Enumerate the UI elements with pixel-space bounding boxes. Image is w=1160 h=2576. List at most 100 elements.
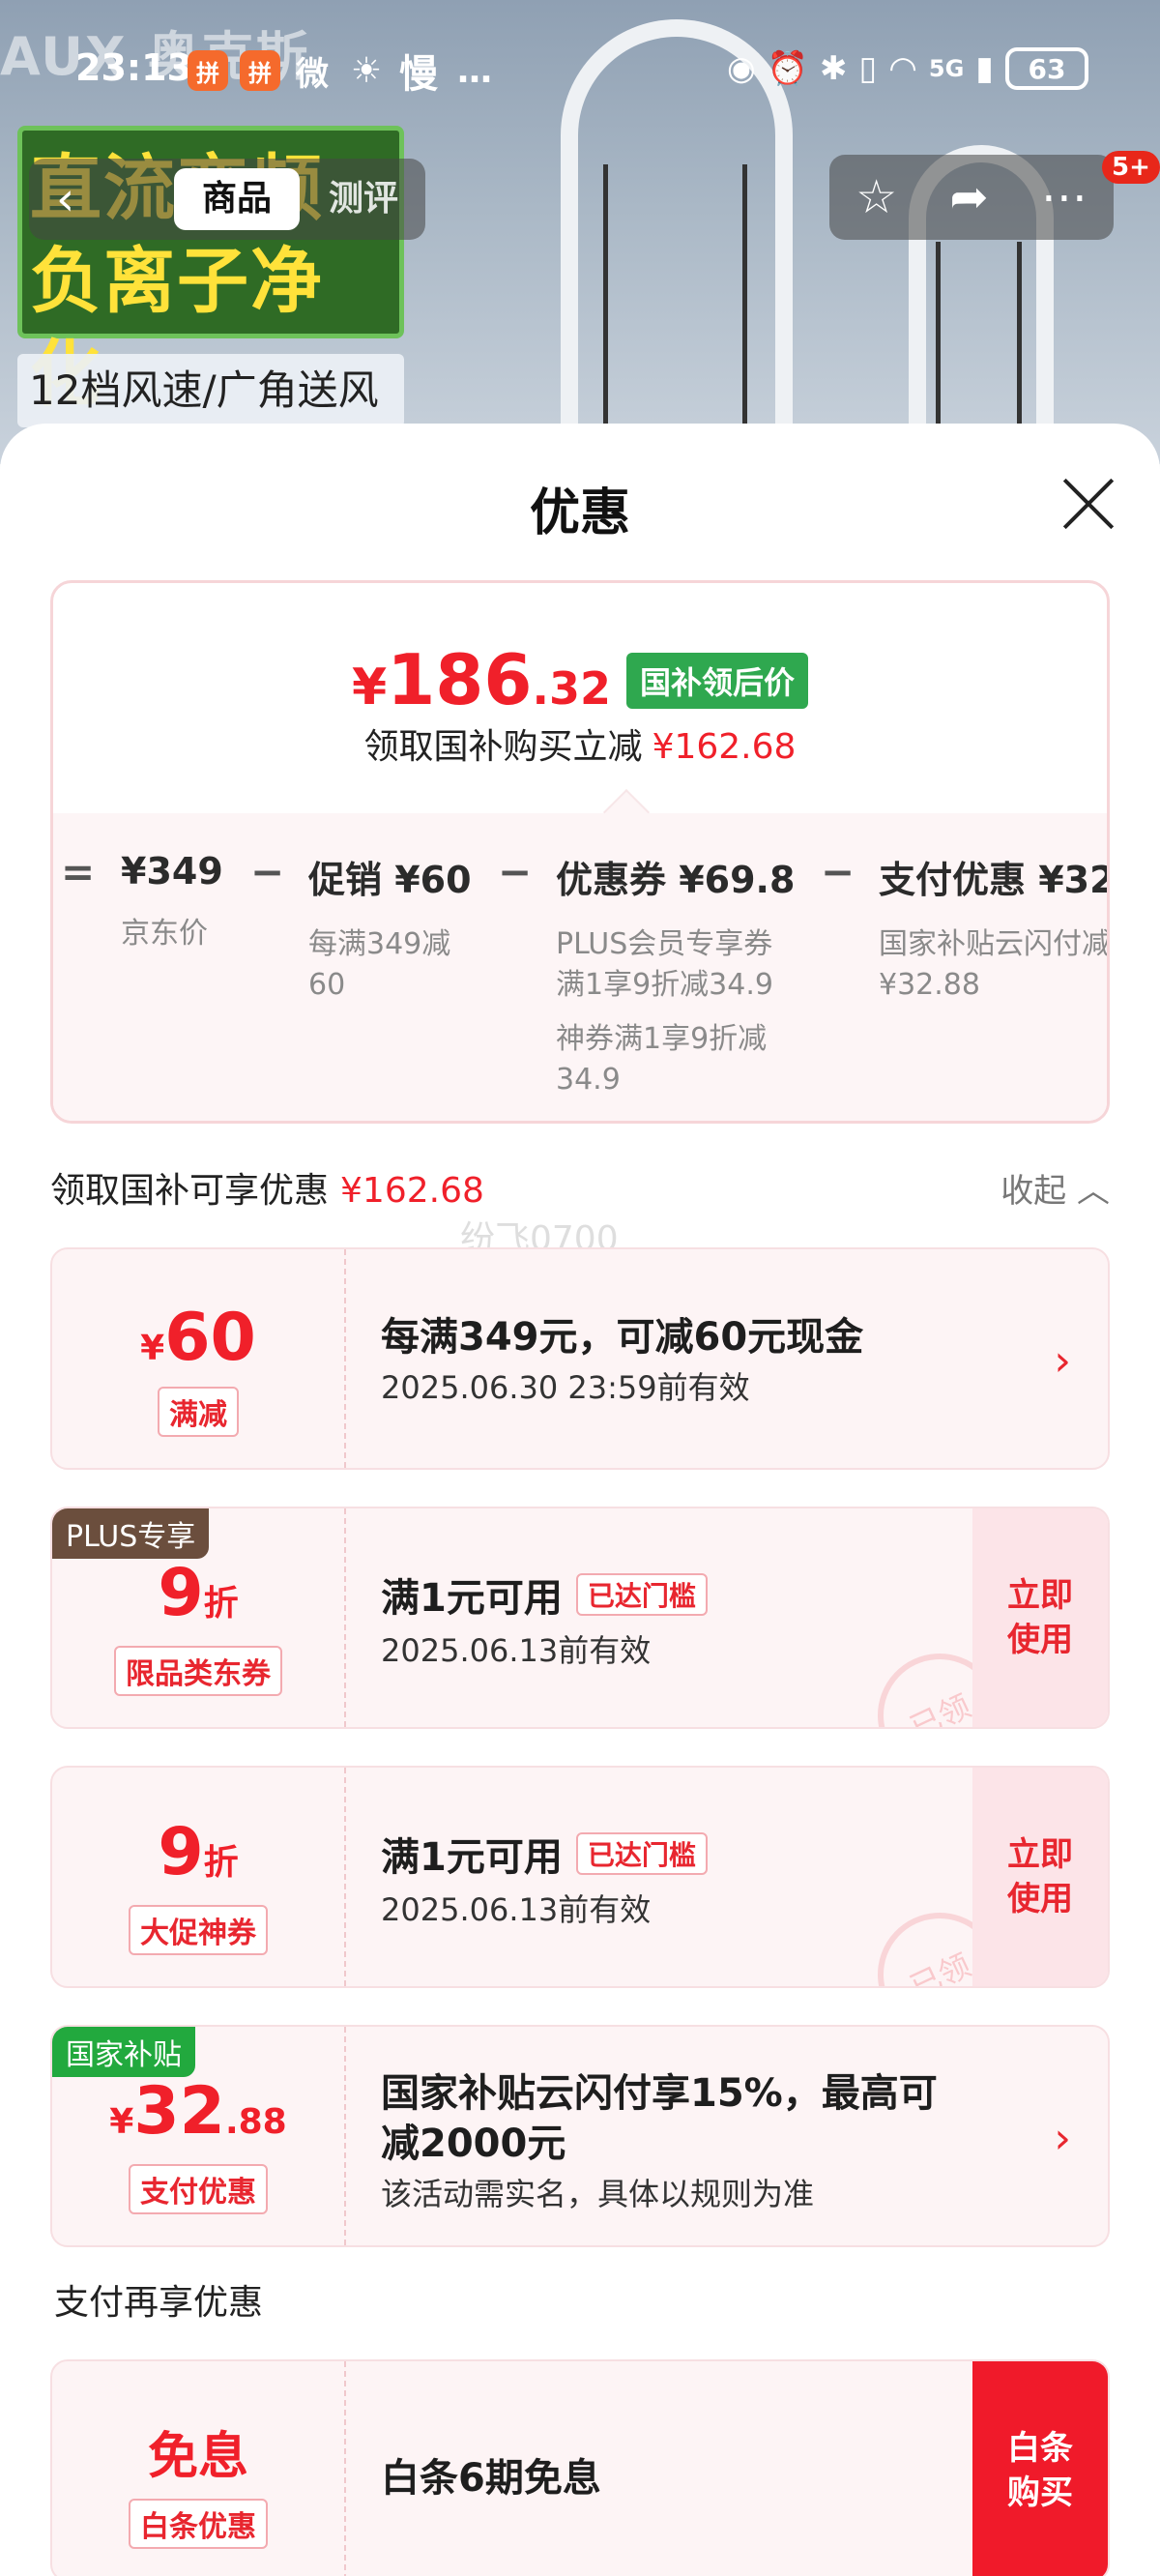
sheet-title: 优惠 xyxy=(529,484,630,542)
share-icon[interactable]: ➦ xyxy=(949,170,988,224)
breakdown-coupon: 优惠券 ¥69.8 PLUS会员专享券 满1享9折减34.9 神券满1享9折减 … xyxy=(556,850,795,1100)
status-time: 23:13 xyxy=(75,46,192,89)
price-integer: 186 xyxy=(387,639,533,720)
pay-discount-value: 支付优惠 ¥32 xyxy=(879,859,1110,901)
close-icon[interactable] xyxy=(1059,474,1117,532)
coupon-decimal: .88 xyxy=(224,2102,287,2142)
coupon-value-area: 9折 限品类东券 xyxy=(52,1508,344,1727)
more-icon[interactable]: ⋯ xyxy=(1041,170,1088,224)
coupon-validity: 2025.06.13前有效 xyxy=(381,1891,652,1928)
pay-section-title: 支付再享优惠 xyxy=(54,2283,264,2323)
promo-detail-line: 60 xyxy=(308,968,346,1002)
status-right-icons: ◉ ⏰ ✱ ▯ ◠ 5G ▮ 63 xyxy=(727,44,1088,93)
back-arrow-icon[interactable]: ‹ xyxy=(56,176,95,222)
coupon-type-tag: 支付优惠 xyxy=(129,2164,268,2214)
coupon-title: 满1元可用 已达门槛 xyxy=(381,1826,708,1882)
coupon-title: 减2000元 xyxy=(381,2122,566,2166)
coupon-amount: ¥60 xyxy=(52,1300,344,1376)
coupon-title-text: 满1元可用 xyxy=(381,1835,563,1880)
star-icon[interactable]: ☆ xyxy=(856,170,897,224)
alarm-icon: ⏰ xyxy=(767,49,808,88)
baitiao-buy-button[interactable]: 白条 购买 xyxy=(972,2361,1108,2576)
top-nav-tabs: ‹ 商品 测评 xyxy=(29,159,425,240)
coupon-big-value: 9 xyxy=(158,1555,204,1631)
coupon-title: 白条6期免息 xyxy=(381,2456,601,2501)
coupon-title: 满1元可用 已达门槛 xyxy=(381,1566,708,1623)
coupon-amount: 9折 xyxy=(52,1555,344,1631)
fan-detail xyxy=(742,164,747,445)
coupon-divider xyxy=(344,2027,346,2245)
equals-sign: = xyxy=(61,848,96,895)
slow-mode-icon: 慢 xyxy=(399,52,438,97)
coupon-divider xyxy=(344,1768,346,1986)
coupon-value-area: 免息 白条优惠 xyxy=(52,2361,344,2576)
jd-price-label: 京东价 xyxy=(121,917,208,951)
coupon-gov-subsidy-pay[interactable]: 国家补贴 ¥32.88 支付优惠 国家补贴云闪付享15%，最高可 减2000元 … xyxy=(50,2025,1110,2247)
coupon-title: 每满349元，可减60元现金 xyxy=(381,1315,864,1360)
coupon-detail-line: 满1享9折减34.9 xyxy=(556,968,773,1002)
coupon-divider xyxy=(344,2361,346,2576)
wifi-icon: ◠ xyxy=(888,49,917,88)
coupon-unit: 折 xyxy=(203,1843,239,1883)
chevron-right-icon[interactable]: › xyxy=(1054,2114,1071,2163)
coupon-type-tag: 限品类东券 xyxy=(114,1646,282,1696)
price-decimal: .32 xyxy=(532,662,611,715)
chevron-right-icon[interactable]: › xyxy=(1054,1336,1071,1386)
breakdown-pay: 支付优惠 ¥32 国家补贴云闪付减 ¥32.88 xyxy=(879,850,1110,1006)
tab-product[interactable]: 商品 xyxy=(174,168,300,230)
coupon-amount: 9折 xyxy=(52,1814,344,1890)
coupon-unit: 折 xyxy=(203,1584,239,1624)
product-ad-sub: 12档风速/广角送风 xyxy=(17,354,404,427)
coupon-title-text: 满1元可用 xyxy=(381,1576,563,1621)
coupon-big-promo[interactable]: 9折 大促神券 满1元可用 已达门槛 2025.06.13前有效 已领 立即 使用 xyxy=(50,1766,1110,1988)
subsidy-amount: ¥162.68 xyxy=(652,727,797,767)
price-summary-card: ¥186.32 国补领后价 领取国补购买立减 ¥162.68 = ¥349 京东价… xyxy=(50,580,1110,1124)
coupon-detail-line: 神券满1享9折减 xyxy=(556,1022,768,1056)
wechat-icon: 微 xyxy=(296,54,329,94)
coupon-currency: ¥ xyxy=(109,2102,134,2142)
use-now-button[interactable]: 立即 使用 xyxy=(972,1508,1108,1727)
use-now-button[interactable]: 立即 使用 xyxy=(972,1768,1108,1986)
coupon-type-tag: 大促神券 xyxy=(129,1905,268,1955)
subsidy-line: 领取国补购买立减 ¥162.68 xyxy=(53,718,1107,769)
vibrate-icon: ▯ xyxy=(858,49,878,88)
top-actions: ☆ ➦ ⋯ xyxy=(829,155,1114,240)
status-bar: 23:13 拼 拼 微 ☀ 慢 … ◉ ⏰ ✱ ▯ ◠ 5G ▮ 63 xyxy=(0,0,1160,135)
coupon-divider xyxy=(344,1508,346,1727)
final-price-area: ¥186.32 国补领后价 领取国补购买立减 ¥162.68 xyxy=(53,583,1107,813)
pay-detail-line: 国家补贴云闪付减 xyxy=(879,927,1110,961)
coupon-full-reduction[interactable]: ¥60 满减 每满349元，可减60元现金 2025.06.30 23:59前有… xyxy=(50,1247,1110,1470)
coupon-value: 优惠券 ¥69.8 xyxy=(556,859,796,901)
coupon-value-area: 9折 大促神券 xyxy=(52,1768,344,1986)
promo-value: 促销 ¥60 xyxy=(308,859,472,901)
tab-review[interactable]: 测评 xyxy=(329,168,398,230)
battery-icon: 63 xyxy=(1005,47,1088,90)
collapse-button[interactable]: 收起 ︿ xyxy=(1000,1164,1110,1212)
coupon-detail-line: 34.9 xyxy=(556,1063,621,1097)
pay-discount-detail: 国家补贴云闪付减 ¥32.88 xyxy=(879,924,1110,1006)
breakdown-jd-price: ¥349 京东价 xyxy=(121,850,223,954)
fan-detail xyxy=(936,242,941,445)
jd-price-value: ¥349 xyxy=(121,850,223,893)
currency-symbol: ¥ xyxy=(352,659,388,717)
coupon-detail: PLUS会员专享券 满1享9折减34.9 神券满1享9折减 34.9 xyxy=(556,924,795,1100)
coupon-value-area: ¥32.88 支付优惠 xyxy=(52,2027,344,2245)
coupon-detail-line: PLUS会员专享券 xyxy=(556,927,773,961)
coupon-big-value: 免息 xyxy=(147,2428,248,2486)
fan-detail xyxy=(603,164,608,445)
pinduoduo-icon: 拼 xyxy=(240,50,280,91)
coupon-currency: ¥ xyxy=(140,1329,165,1368)
minus-sign: − xyxy=(821,848,856,895)
coupon-plus-exclusive[interactable]: PLUS专享 9折 限品类东券 满1元可用 已达门槛 2025.06.13前有效 … xyxy=(50,1507,1110,1729)
weather-icon: ☀ xyxy=(350,50,383,91)
coupon-baitiao[interactable]: 免息 白条优惠 白条6期免息 白条 购买 xyxy=(50,2359,1110,2576)
final-price: ¥186.32 xyxy=(352,639,611,720)
signal-5g-icon: 5G xyxy=(928,55,965,82)
coupon-validity: 2025.06.30 23:59前有效 xyxy=(381,1369,750,1406)
discount-sheet: 优惠 ¥186.32 国补领后价 领取国补购买立减 ¥162.68 = ¥349 … xyxy=(0,424,1160,2576)
minus-sign: − xyxy=(250,848,285,895)
coupon-big-value: 60 xyxy=(164,1300,256,1376)
breakdown-promo: 促销 ¥60 每满349减 60 xyxy=(308,850,472,1006)
minus-sign: − xyxy=(498,848,533,895)
price-breakdown: = ¥349 京东价 − 促销 ¥60 每满349减 60 − 优惠券 ¥69.8… xyxy=(53,788,1110,1121)
